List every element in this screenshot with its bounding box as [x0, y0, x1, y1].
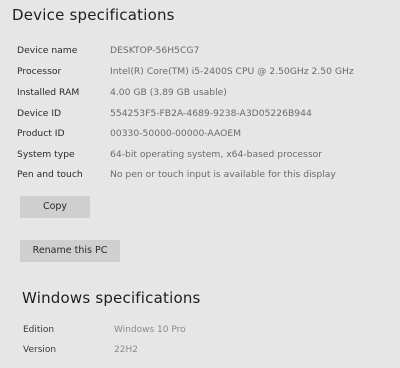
spec-row-version: Version 22H2 — [23, 341, 393, 359]
spec-row-pen-and-touch: Pen and touch No pen or touch input is a… — [17, 166, 395, 184]
spec-value: 554253F5-FB2A-4689-9238-A3D05226B944 — [110, 108, 312, 119]
spec-row-device-id: Device ID 554253F5-FB2A-4689-9238-A3D052… — [17, 105, 395, 123]
spec-row-product-id: Product ID 00330-50000-00000-AAOEM — [17, 125, 395, 143]
copy-button[interactable]: Copy — [20, 196, 90, 218]
spec-row-edition: Edition Windows 10 Pro — [23, 321, 393, 339]
spec-value: 00330-50000-00000-AAOEM — [110, 128, 242, 139]
spec-label: Device name — [17, 45, 78, 56]
spec-value: Intel(R) Core(TM) i5-2400S CPU @ 2.50GHz… — [110, 66, 354, 77]
spec-row-device-name: Device name DESKTOP-56H5CG7 — [17, 42, 395, 60]
spec-value: Windows 10 Pro — [114, 325, 186, 335]
about-page: Device specifications Device name DESKTO… — [0, 0, 400, 368]
spec-label: Processor — [17, 66, 62, 77]
spec-label: Product ID — [17, 128, 65, 139]
device-specifications-heading: Device specifications — [12, 6, 175, 24]
spec-label: System type — [17, 149, 75, 160]
spec-value: 4.00 GB (3.89 GB usable) — [110, 87, 227, 98]
spec-label: Installed RAM — [17, 87, 80, 98]
spec-value: 64-bit operating system, x64-based proce… — [110, 149, 323, 160]
spec-value: 22H2 — [114, 345, 138, 355]
spec-row-installed-ram: Installed RAM 4.00 GB (3.89 GB usable) — [17, 84, 395, 102]
spec-value: DESKTOP-56H5CG7 — [110, 45, 200, 56]
spec-row-system-type: System type 64-bit operating system, x64… — [17, 146, 395, 164]
rename-this-pc-button[interactable]: Rename this PC — [20, 240, 120, 262]
spec-label: Edition — [23, 325, 55, 335]
spec-label: Device ID — [17, 108, 62, 119]
spec-label: Pen and touch — [17, 169, 83, 180]
spec-label: Version — [23, 345, 57, 355]
spec-value: No pen or touch input is available for t… — [110, 169, 336, 180]
spec-row-processor: Processor Intel(R) Core(TM) i5-2400S CPU… — [17, 63, 395, 81]
windows-specifications-heading: Windows specifications — [22, 289, 201, 307]
